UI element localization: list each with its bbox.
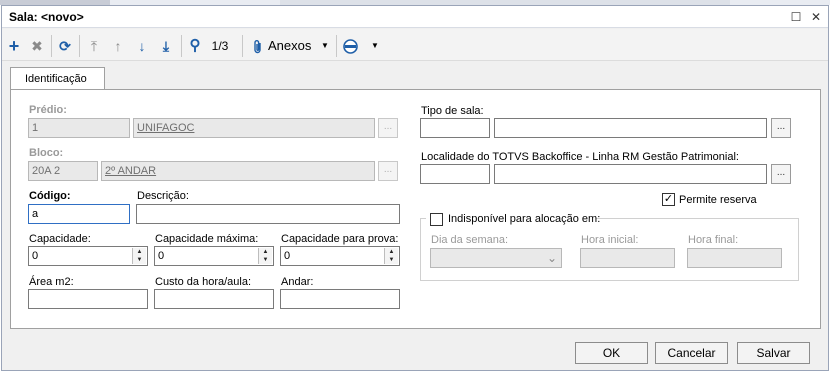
predio-code-field: 1 (28, 118, 130, 138)
capacidade-spinner[interactable]: ▲ ▼ (132, 248, 146, 264)
process-icon[interactable] (343, 39, 358, 54)
hora-inicial-label: Hora inicial: (581, 234, 639, 246)
andar-input[interactable] (280, 289, 400, 309)
chevron-down-icon: ⌄ (546, 251, 557, 265)
spin-up-icon[interactable]: ▲ (259, 248, 272, 256)
save-button[interactable]: Salvar (737, 342, 810, 364)
process-dropdown-icon[interactable]: ▼ (370, 37, 380, 55)
tipo-sala-lookup-button[interactable]: ... (771, 118, 791, 138)
attachments-button[interactable]: Anexos (268, 37, 316, 55)
tab-identificacao[interactable]: Identificação (10, 67, 105, 90)
add-icon[interactable]: + (6, 37, 22, 55)
capacidade-prova-label: Capacidade para prova: (281, 233, 399, 245)
localidade-code-input[interactable] (420, 164, 490, 184)
indisponivel-checkbox[interactable] (430, 213, 443, 226)
tab-label: Identificação (25, 73, 87, 85)
cancel-button[interactable]: Cancelar (655, 342, 728, 364)
spin-down-icon[interactable]: ▼ (385, 256, 398, 264)
toolbar-separator (336, 35, 337, 57)
area-input[interactable] (28, 289, 148, 309)
tipo-sala-label: Tipo de sala: (421, 105, 484, 117)
maximize-icon[interactable]: ☐ (788, 9, 804, 25)
capacidade-maxima-label: Capacidade máxima: (155, 233, 259, 245)
next-record-icon[interactable]: ↓ (134, 37, 150, 55)
spin-down-icon[interactable]: ▼ (133, 256, 146, 264)
localidade-lookup-button[interactable]: ... (771, 164, 791, 184)
capacidade-value: 0 (32, 250, 39, 262)
dia-semana-select: ⌄ (430, 248, 562, 268)
permite-reserva-label: Permite reserva (679, 194, 757, 206)
toolbar-separator (181, 35, 182, 57)
search-icon[interactable]: ⚲ (186, 37, 204, 55)
area-label: Área m2: (29, 276, 74, 288)
tipo-sala-name-input[interactable] (494, 118, 767, 138)
toolbar: + ✖ ⟳ ⤒ ↑ ↓ ⤓ ⚲ 1/3 Anexos ▼ ▼ (2, 29, 828, 61)
toolbar-separator (51, 35, 52, 57)
capacidade-prova-stepper[interactable]: 0 ▲ ▼ (280, 246, 400, 266)
descricao-label: Descrição: (137, 190, 189, 202)
codigo-label: Código: (29, 190, 71, 202)
bloco-name-field: 2º ANDAR (101, 161, 375, 181)
paperclip-icon[interactable] (252, 39, 264, 55)
permite-reserva-checkbox[interactable]: ✓ (662, 193, 675, 206)
attachments-dropdown-icon[interactable]: ▼ (320, 37, 330, 55)
bloco-lookup-button: ... (378, 161, 398, 181)
localidade-name-input[interactable] (494, 164, 767, 184)
capacidade-label: Capacidade: (29, 233, 91, 245)
predio-name-field: UNIFAGOC (133, 118, 375, 138)
custo-hora-input[interactable] (154, 289, 274, 309)
delete-icon[interactable]: ✖ (29, 37, 45, 55)
dialog-title: Sala: <novo> (9, 10, 84, 24)
toolbar-separator (242, 35, 243, 57)
previous-record-icon[interactable]: ↑ (110, 37, 126, 55)
hora-final-label: Hora final: (688, 234, 739, 246)
toolbar-separator (79, 35, 80, 57)
spin-down-icon[interactable]: ▼ (259, 256, 272, 264)
tipo-sala-code-input[interactable] (420, 118, 490, 138)
predio-label: Prédio: (29, 104, 67, 116)
refresh-icon[interactable]: ⟳ (56, 37, 74, 55)
localidade-label: Localidade do TOTVS Backoffice - Linha R… (421, 151, 739, 163)
first-record-icon[interactable]: ⤒ (86, 37, 102, 55)
spin-up-icon[interactable]: ▲ (385, 248, 398, 256)
descricao-input[interactable] (136, 204, 400, 224)
capacidade-prova-value: 0 (284, 250, 291, 262)
capacidade-maxima-value: 0 (158, 250, 165, 262)
capacidade-maxima-stepper[interactable]: 0 ▲ ▼ (154, 246, 274, 266)
capacidade-prova-spinner[interactable]: ▲ ▼ (384, 248, 398, 264)
dialog-title-bar: Sala: <novo> ☐ ✕ (2, 6, 828, 28)
indisponivel-label: Indisponível para alocação em: (448, 213, 601, 225)
hora-inicial-input (580, 248, 675, 268)
bloco-label: Bloco: (29, 147, 64, 159)
capacidade-stepper[interactable]: 0 ▲ ▼ (28, 246, 148, 266)
close-icon[interactable]: ✕ (808, 9, 824, 25)
bloco-code-field: 20A 2 (28, 161, 98, 181)
codigo-input[interactable]: a (28, 204, 130, 224)
last-record-icon[interactable]: ⤓ (158, 37, 174, 55)
hora-final-input (687, 248, 782, 268)
spin-up-icon[interactable]: ▲ (133, 248, 146, 256)
andar-label: Andar: (281, 276, 314, 288)
ok-button[interactable]: OK (575, 342, 648, 364)
dia-semana-label: Dia da semana: (431, 234, 509, 246)
custo-hora-label: Custo da hora/aula: (155, 276, 252, 288)
capacidade-maxima-spinner[interactable]: ▲ ▼ (258, 248, 272, 264)
predio-lookup-button: ... (378, 118, 398, 138)
record-counter: 1/3 (211, 39, 229, 53)
